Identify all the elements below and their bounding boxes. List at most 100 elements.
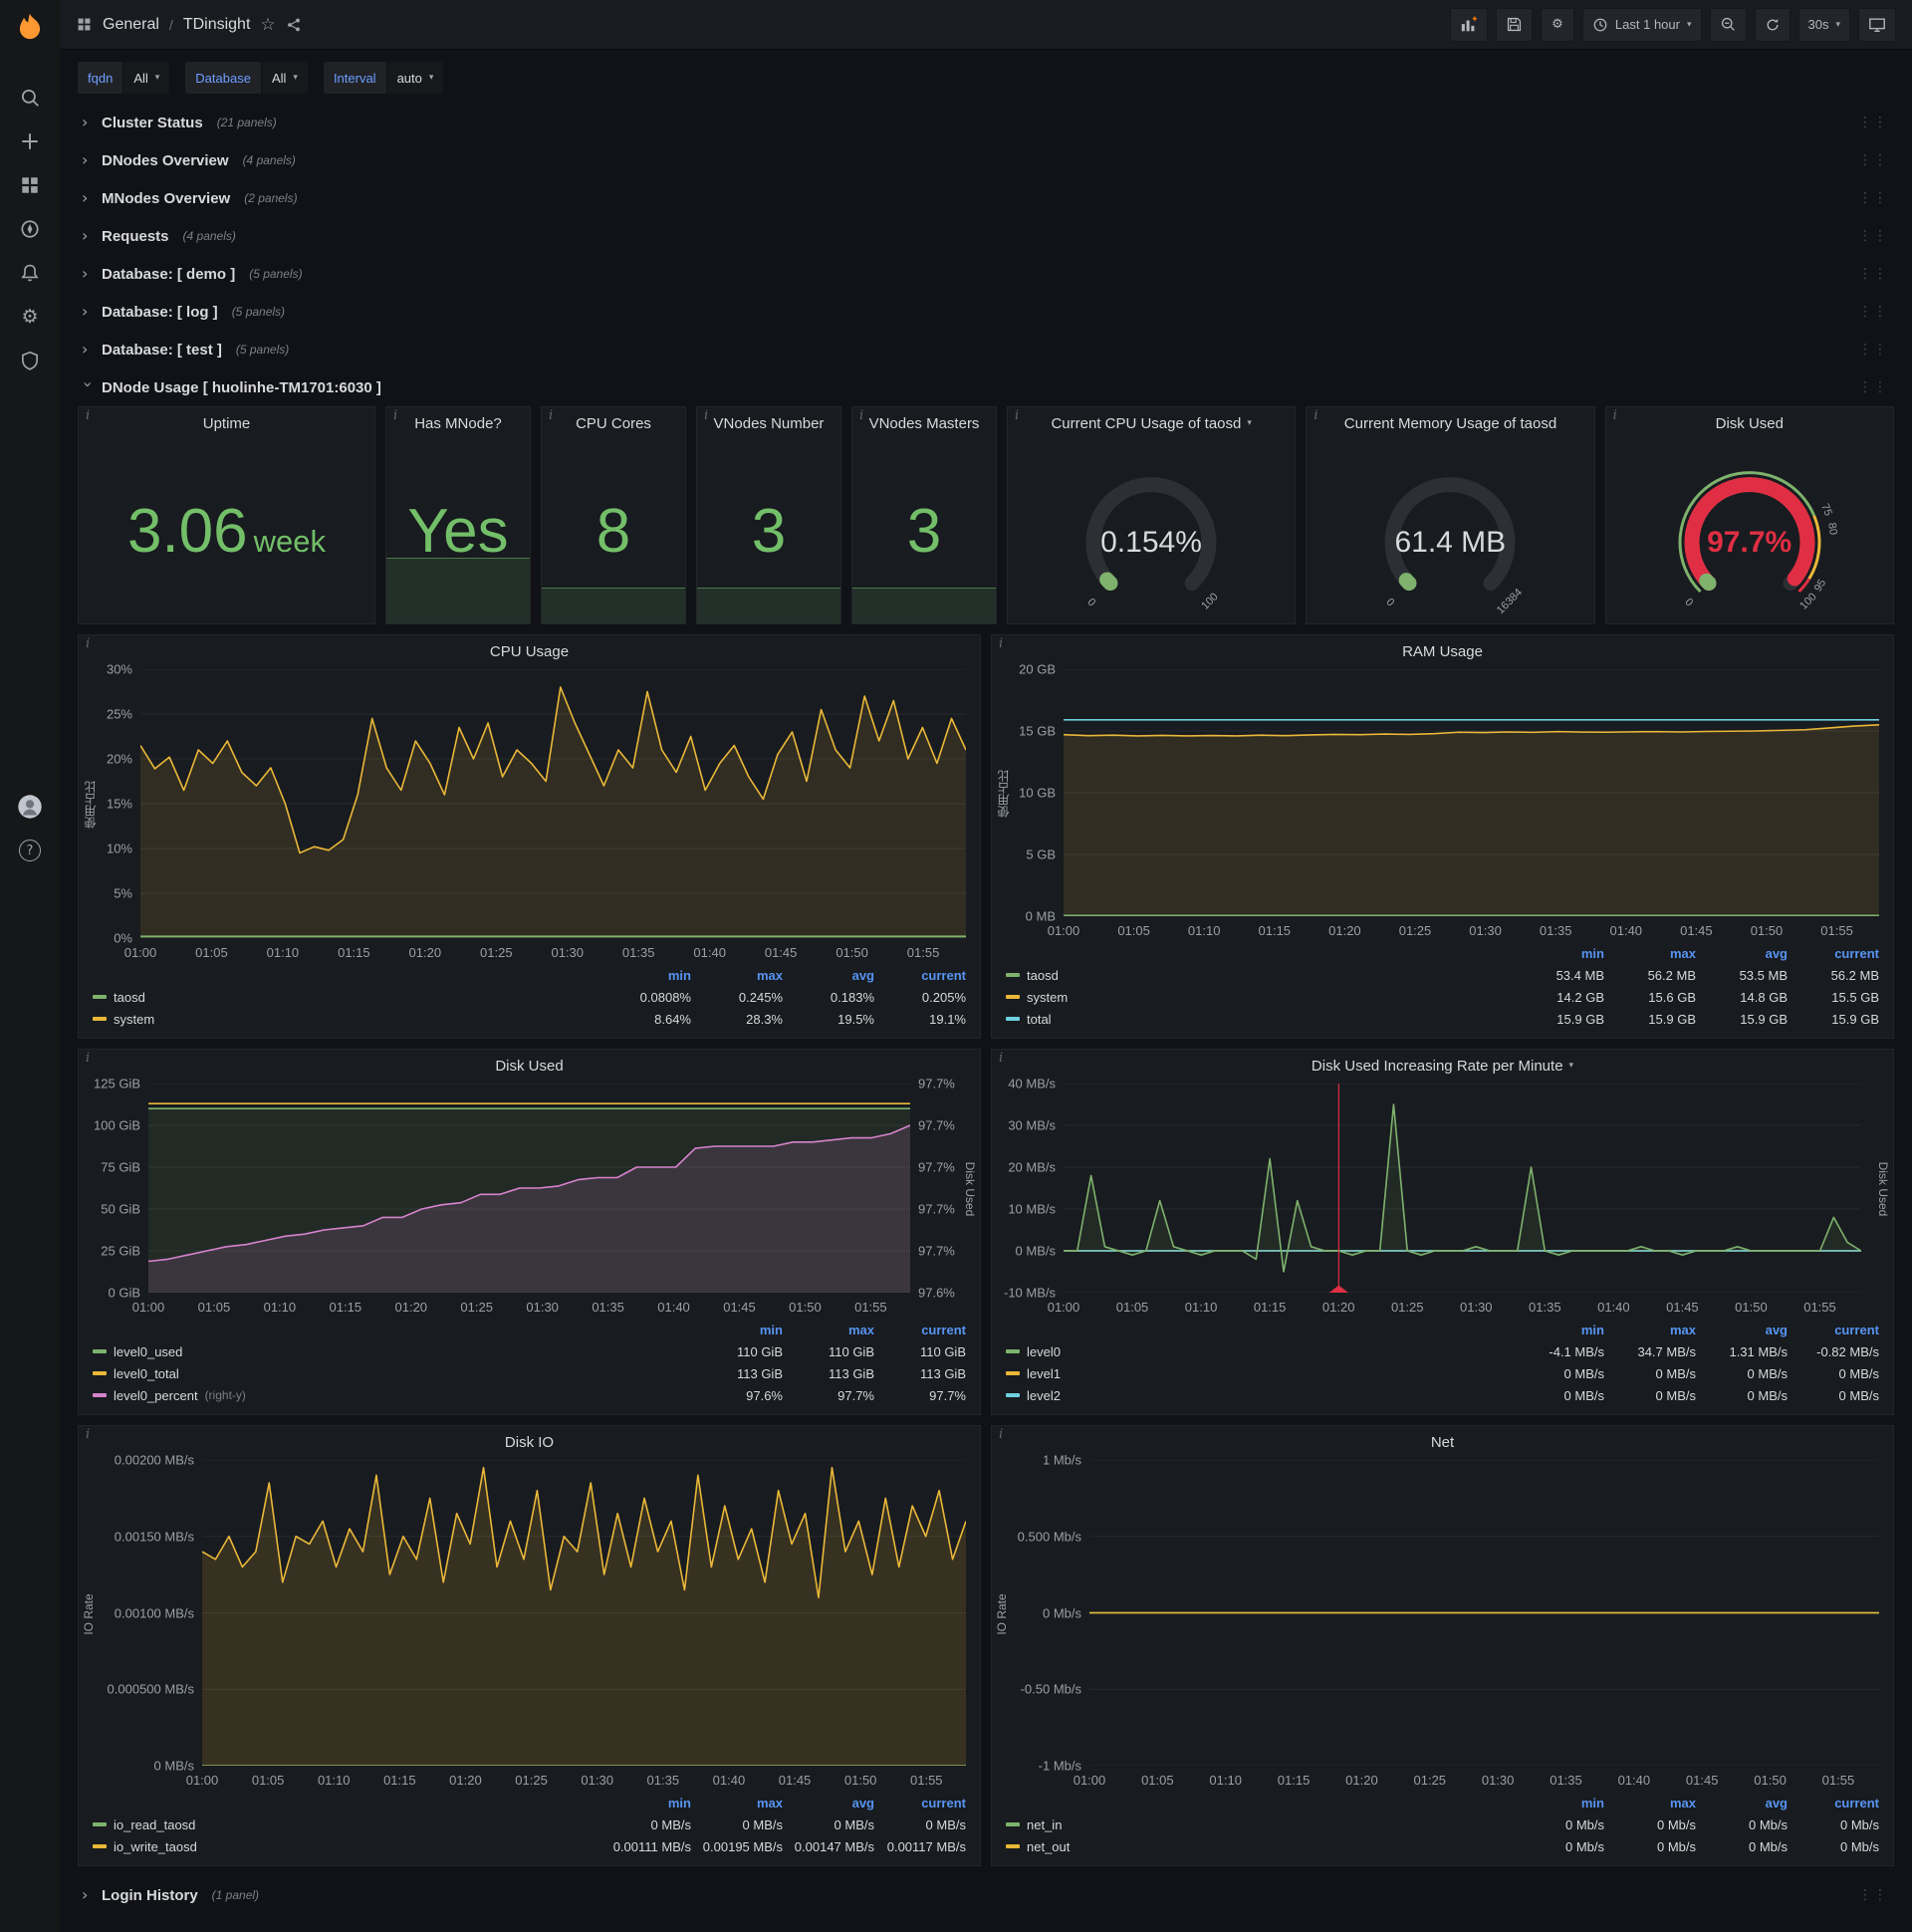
legend-series-system[interactable]: system — [1006, 990, 1513, 1005]
panel-title[interactable]: Disk IO — [79, 1426, 980, 1458]
legend-column-max[interactable]: max — [1604, 1323, 1696, 1337]
panel-title[interactable]: VNodes Masters — [852, 407, 996, 439]
legend-column-min[interactable]: min — [1513, 1323, 1604, 1337]
panel-title[interactable]: Current CPU Usage of taosd ▾ — [1008, 407, 1295, 439]
legend-column-min[interactable]: min — [1513, 1796, 1604, 1811]
legend-series-taosd[interactable]: taosd — [1006, 968, 1513, 983]
plot-area[interactable] — [1064, 1084, 1861, 1293]
panel-info-icon[interactable]: i — [393, 408, 397, 423]
star-icon[interactable]: ☆ — [260, 15, 275, 35]
plot-area[interactable] — [140, 669, 966, 938]
panel-title[interactable]: Disk Used Increasing Rate per Minute ▾ — [992, 1050, 1893, 1082]
legend-series-total[interactable]: total — [1006, 1012, 1513, 1027]
legend-column-current[interactable]: current — [1788, 1323, 1879, 1337]
variable-fqdn[interactable]: fqdn All ▾ — [78, 62, 170, 94]
row-cluster-status[interactable]: › Cluster Status (21 panels) ⋮⋮ — [78, 104, 1894, 141]
legend-column-max[interactable]: max — [691, 1796, 783, 1811]
variable-value-dropdown[interactable]: auto ▾ — [385, 62, 444, 94]
legend-series-level0_percent[interactable]: level0_percent (right-y) — [93, 1388, 691, 1403]
row-database-log[interactable]: › Database: [ log ] (5 panels) ⋮⋮ — [78, 293, 1894, 331]
panel-info-icon[interactable]: i — [86, 1051, 90, 1066]
legend-column-min[interactable]: min — [691, 1323, 783, 1337]
search-icon[interactable] — [0, 76, 60, 120]
legend-column-current[interactable]: current — [1788, 1796, 1879, 1811]
configuration-gear-icon[interactable]: ⚙ — [0, 295, 60, 339]
create-icon[interactable] — [0, 120, 60, 163]
legend-column-avg[interactable]: avg — [1696, 1323, 1788, 1337]
panel-title[interactable]: CPU Cores — [542, 407, 685, 439]
legend-column-max[interactable]: max — [783, 1323, 874, 1337]
server-admin-shield-icon[interactable] — [0, 339, 60, 382]
legend-series-level0_used[interactable]: level0_used — [93, 1344, 691, 1359]
row-drag-handle[interactable]: ⋮⋮ — [1858, 304, 1888, 320]
dashboard-settings-button[interactable]: ⚙ — [1540, 7, 1574, 42]
row-drag-handle[interactable]: ⋮⋮ — [1858, 1887, 1888, 1903]
legend-column-current[interactable]: current — [874, 1323, 966, 1337]
row-database-demo[interactable]: › Database: [ demo ] (5 panels) ⋮⋮ — [78, 255, 1894, 293]
legend-series-level0[interactable]: level0 — [1006, 1344, 1513, 1359]
plot-area[interactable] — [1089, 1460, 1879, 1766]
panel-info-icon[interactable]: i — [1613, 408, 1617, 423]
legend-series-level1[interactable]: level1 — [1006, 1366, 1513, 1381]
breadcrumb-folder[interactable]: General — [103, 16, 159, 34]
row-dnode-usage[interactable]: › DNode Usage [ huolinhe-TM1701:6030 ] ⋮⋮ — [78, 368, 1894, 406]
legend-column-max[interactable]: max — [1604, 946, 1696, 961]
row-drag-handle[interactable]: ⋮⋮ — [1858, 266, 1888, 282]
row-mnodes-overview[interactable]: › MNodes Overview (2 panels) ⋮⋮ — [78, 179, 1894, 217]
legend-column-avg[interactable]: avg — [783, 968, 874, 983]
save-dashboard-button[interactable] — [1495, 7, 1533, 42]
legend-column-max[interactable]: max — [691, 968, 783, 983]
panel-info-icon[interactable]: i — [999, 1051, 1003, 1066]
panel-title[interactable]: Has MNode? — [386, 407, 530, 439]
breadcrumb-dashboard[interactable]: TDinsight — [183, 16, 251, 34]
legend-column-max[interactable]: max — [1604, 1796, 1696, 1811]
panel-title[interactable]: Disk Used — [79, 1050, 980, 1082]
legend-column-current[interactable]: current — [1788, 946, 1879, 961]
row-drag-handle[interactable]: ⋮⋮ — [1858, 379, 1888, 395]
panel-info-icon[interactable]: i — [999, 636, 1003, 651]
panel-info-icon[interactable]: i — [859, 408, 863, 423]
plot-area[interactable] — [1064, 669, 1879, 916]
legend-series-system[interactable]: system — [93, 1012, 599, 1027]
legend-series-level2[interactable]: level2 — [1006, 1388, 1513, 1403]
row-database-test[interactable]: › Database: [ test ] (5 panels) ⋮⋮ — [78, 331, 1894, 368]
panel-title[interactable]: CPU Usage — [79, 635, 980, 667]
legend-column-avg[interactable]: avg — [1696, 1796, 1788, 1811]
user-avatar[interactable] — [0, 785, 60, 829]
row-login-history[interactable]: › Login History (1 panel) ⋮⋮ — [78, 1876, 1894, 1914]
dashboards-icon[interactable] — [0, 163, 60, 207]
variable-interval[interactable]: Interval auto ▾ — [323, 62, 444, 94]
legend-series-net_in[interactable]: net_in — [1006, 1817, 1513, 1832]
time-range-picker[interactable]: Last 1 hour ▾ — [1581, 7, 1702, 42]
panel-info-icon[interactable]: i — [86, 1427, 90, 1442]
legend-column-avg[interactable]: avg — [1696, 946, 1788, 961]
panel-info-icon[interactable]: i — [86, 636, 90, 651]
help-icon[interactable]: ? — [0, 829, 60, 872]
legend-series-taosd[interactable]: taosd — [93, 990, 599, 1005]
panel-title[interactable]: Net — [992, 1426, 1893, 1458]
refresh-button[interactable] — [1754, 7, 1791, 42]
plot-area[interactable] — [202, 1460, 966, 1766]
legend-column-avg[interactable]: avg — [783, 1796, 874, 1811]
row-drag-handle[interactable]: ⋮⋮ — [1858, 190, 1888, 206]
legend-column-current[interactable]: current — [874, 968, 966, 983]
legend-series-io_write_taosd[interactable]: io_write_taosd — [93, 1839, 599, 1854]
row-dnodes-overview[interactable]: › DNodes Overview (4 panels) ⋮⋮ — [78, 141, 1894, 179]
panel-info-icon[interactable]: i — [549, 408, 553, 423]
legend-column-min[interactable]: min — [599, 968, 691, 983]
add-panel-button[interactable] — [1449, 7, 1488, 42]
panel-title[interactable]: RAM Usage — [992, 635, 1893, 667]
row-requests[interactable]: › Requests (4 panels) ⋮⋮ — [78, 217, 1894, 255]
panel-title[interactable]: VNodes Number — [697, 407, 840, 439]
zoom-out-button[interactable] — [1709, 7, 1747, 42]
row-drag-handle[interactable]: ⋮⋮ — [1858, 342, 1888, 358]
variable-database[interactable]: Database All ▾ — [185, 62, 308, 94]
variable-value-dropdown[interactable]: All ▾ — [260, 62, 308, 94]
alerting-bell-icon[interactable] — [0, 251, 60, 295]
legend-column-min[interactable]: min — [599, 1796, 691, 1811]
panel-info-icon[interactable]: i — [704, 408, 708, 423]
row-drag-handle[interactable]: ⋮⋮ — [1858, 228, 1888, 244]
panel-title[interactable]: Disk Used — [1606, 407, 1893, 439]
plot-area[interactable] — [148, 1084, 910, 1293]
row-drag-handle[interactable]: ⋮⋮ — [1858, 152, 1888, 168]
